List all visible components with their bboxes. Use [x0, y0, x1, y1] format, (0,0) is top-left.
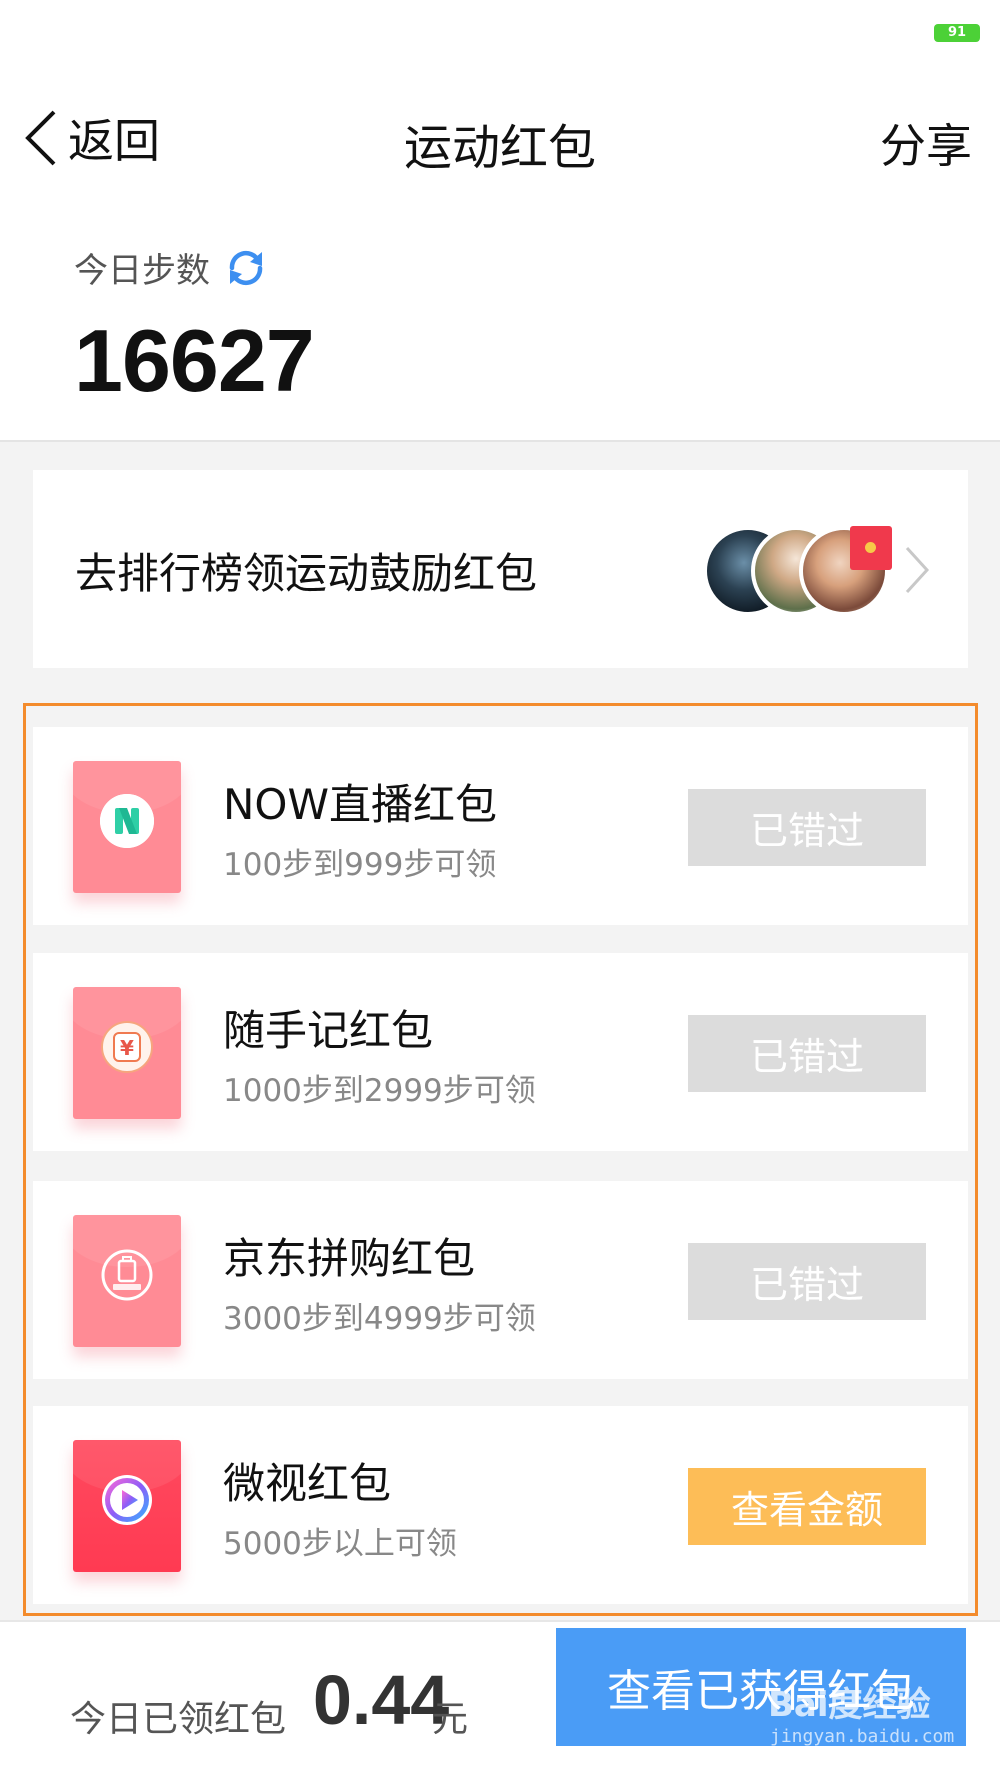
chevron-left-icon — [25, 110, 56, 166]
nav-bar: 返回 运动红包 分享 — [0, 70, 1000, 205]
refresh-icon[interactable] — [222, 244, 270, 292]
yuan-logo-icon: ¥ — [100, 1020, 154, 1074]
packet-item-now: NOW直播红包 100步到999步可领 已错过 — [33, 727, 968, 925]
packet-condition: 3000步到4999步可领 — [223, 1301, 536, 1337]
missed-button[interactable]: 已错过 — [688, 789, 926, 866]
back-button[interactable]: 返回 — [22, 108, 160, 168]
status-bar: 91 — [0, 0, 1000, 70]
packet-name: NOW直播红包 — [223, 780, 498, 829]
battery-icon: 91 — [934, 24, 980, 42]
packet-name: 随手记红包 — [223, 1006, 434, 1055]
packet-item-weishi: 微视红包 5000步以上可领 查看金额 — [33, 1406, 968, 1604]
back-label: 返回 — [68, 114, 160, 168]
packet-condition: 5000步以上可领 — [223, 1526, 457, 1562]
packet-item-suishouji: ¥ 随手记红包 1000步到2999步可领 已错过 — [33, 953, 968, 1151]
missed-button[interactable]: 已错过 — [688, 1243, 926, 1320]
view-amount-button[interactable]: 查看金额 — [688, 1468, 926, 1545]
ranking-text: 去排行榜领运动鼓励红包 — [75, 549, 538, 598]
weishi-play-logo-icon — [100, 1473, 154, 1527]
today-received-amount: 0.44 — [313, 1661, 450, 1739]
missed-button[interactable]: 已错过 — [688, 1015, 926, 1092]
steps-label-row: 今日步数 — [74, 243, 270, 292]
friend-avatars — [703, 526, 913, 616]
jd-pingou-logo-icon — [100, 1248, 154, 1302]
packet-item-jd: 京东拼购红包 3000步到4999步可领 已错过 — [33, 1181, 968, 1379]
red-packet-icon — [73, 1440, 181, 1572]
red-envelope-icon — [850, 526, 892, 570]
packet-condition: 1000步到2999步可领 — [223, 1073, 536, 1109]
ranking-card[interactable]: 去排行榜领运动鼓励红包 — [33, 470, 968, 668]
chevron-right-icon — [905, 546, 930, 594]
red-packet-icon — [73, 1215, 181, 1347]
steps-label: 今日步数 — [74, 251, 210, 291]
packet-condition: 100步到999步可领 — [223, 847, 497, 883]
packet-name: 京东拼购红包 — [223, 1234, 476, 1283]
steps-count: 16627 — [74, 311, 315, 410]
watermark-url: jingyan.baidu.com — [770, 1726, 955, 1747]
svg-text:¥: ¥ — [120, 1036, 134, 1060]
packet-name: 微视红包 — [223, 1459, 392, 1508]
today-received-label: 今日已领红包 — [70, 1699, 287, 1740]
red-packet-icon: ¥ — [73, 987, 181, 1119]
bottom-bar: 今日已领红包 0.44 元 查看已获得红包 Bai度经验 jingyan.bai… — [0, 1620, 1000, 1778]
watermark: Bai度经验 — [768, 1685, 931, 1725]
steps-section: 今日步数 16627 — [0, 205, 1000, 442]
red-packet-icon — [73, 761, 181, 893]
share-button[interactable]: 分享 — [880, 110, 972, 176]
now-live-logo-icon — [100, 794, 154, 848]
currency-unit: 元 — [432, 1699, 469, 1740]
